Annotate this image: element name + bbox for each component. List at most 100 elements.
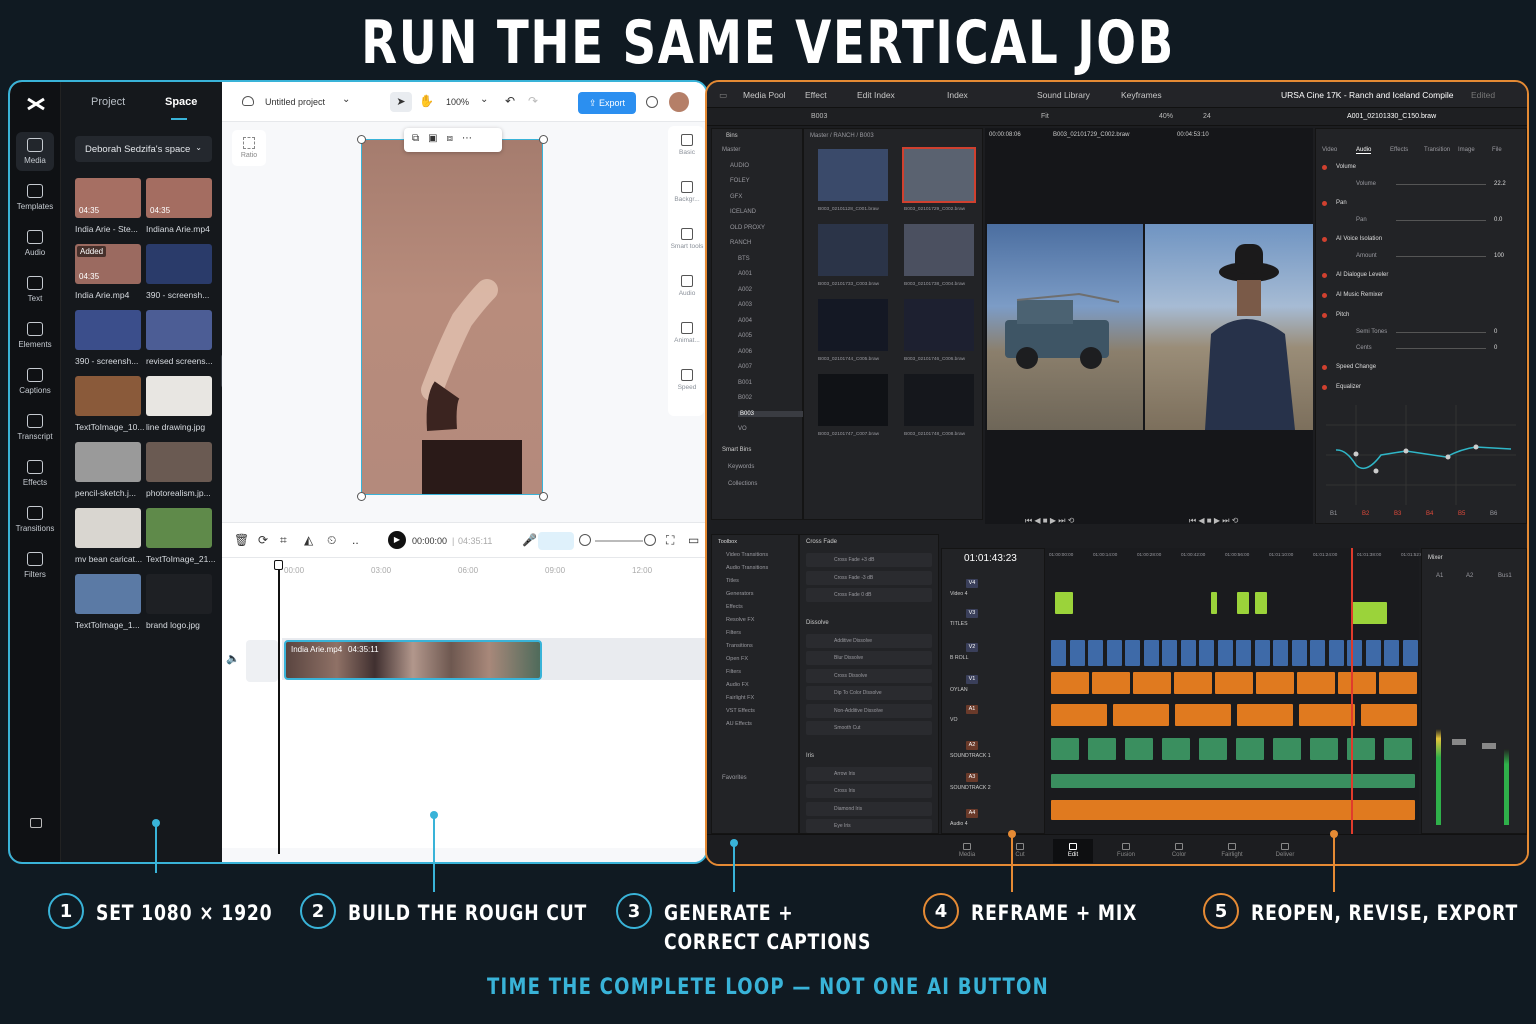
inspector-tab-video[interactable]: Video [1322, 147, 1337, 153]
fader[interactable] [1482, 743, 1496, 749]
bin-item[interactable]: B003 [738, 410, 808, 417]
param-slider[interactable] [1396, 184, 1486, 185]
mirror-icon[interactable]: ◭ [304, 533, 313, 547]
sidebar-item-filters[interactable]: Filters [10, 552, 60, 579]
toolbox-item[interactable]: VST Effects [726, 708, 755, 714]
avatar[interactable] [669, 92, 689, 112]
toolbox-item[interactable]: Open FX [726, 656, 748, 662]
bin-item[interactable]: RANCH [730, 240, 751, 246]
page-cut[interactable]: Cut [1000, 839, 1040, 858]
zoom-slider[interactable] [595, 540, 643, 542]
vo-audio-clip[interactable] [1237, 704, 1293, 726]
project-name[interactable]: Untitled project [265, 97, 325, 107]
inspector-tab-file[interactable]: File [1492, 147, 1502, 153]
effect-item[interactable] [806, 721, 932, 735]
vo-audio-clip[interactable] [1113, 704, 1169, 726]
toolbox-item[interactable]: Titles [726, 578, 739, 584]
media-thumbnail[interactable] [75, 574, 141, 614]
video-clip[interactable] [1379, 672, 1417, 694]
broll-clip[interactable] [1180, 640, 1196, 666]
microphone-icon[interactable]: 🎤 [522, 533, 537, 547]
sidebar-item-elements[interactable]: Elements [10, 322, 60, 349]
bin-item[interactable]: A007 [738, 364, 752, 370]
broll-clip[interactable] [1402, 640, 1418, 666]
title-clip[interactable] [1255, 592, 1267, 614]
bin-item[interactable]: A004 [738, 318, 752, 324]
broll-clip[interactable] [1162, 640, 1177, 666]
broll-clip[interactable] [1069, 640, 1085, 666]
clip-thumbnail[interactable] [904, 374, 974, 426]
toolbox-item[interactable]: Filters [726, 669, 741, 675]
video-clip[interactable] [1338, 672, 1376, 694]
fit-icon[interactable]: ⛶ [666, 533, 674, 548]
vo-audio-clip[interactable] [1299, 704, 1355, 726]
param-slider[interactable] [1396, 332, 1486, 333]
keyboard-icon[interactable] [30, 818, 42, 828]
video-clip[interactable] [1215, 672, 1253, 694]
toolbox-item[interactable]: Effects [726, 604, 743, 610]
bin-item[interactable]: A002 [738, 287, 752, 293]
topbar-media-pool[interactable]: Media Pool [743, 90, 786, 100]
toolbox-item[interactable]: Transitions [726, 643, 753, 649]
comment-icon[interactable]: ▭ [688, 533, 699, 547]
timer-icon[interactable]: ⏲ [327, 533, 336, 548]
topbar-edit-index[interactable]: Edit Index [857, 90, 895, 100]
soundtrack1-clip[interactable] [1310, 738, 1338, 760]
video-clip[interactable] [1256, 672, 1294, 694]
topbar-index[interactable]: Index [947, 90, 968, 100]
soundtrack1-clip[interactable] [1088, 738, 1116, 760]
media-thumbnail[interactable] [75, 508, 141, 548]
more-icon[interactable]: .. [352, 533, 359, 547]
ratio-button[interactable]: Ratio [232, 130, 266, 166]
delete-icon[interactable]: 🗑 [234, 533, 249, 547]
video-clip[interactable] [1297, 672, 1335, 694]
effect-item[interactable] [806, 784, 932, 798]
media-thumbnail[interactable] [146, 442, 212, 482]
pointer-tool-icon[interactable]: ➤ [390, 92, 412, 112]
topbar-keyframes[interactable]: Keyframes [1121, 90, 1162, 100]
undo-icon[interactable]: ↶ [505, 94, 515, 108]
enable-toggle[interactable] [1322, 273, 1327, 278]
broll-clip[interactable] [1254, 640, 1270, 666]
vo-audio-clip[interactable] [1175, 704, 1231, 726]
sidebar-item-media[interactable]: Media [16, 132, 54, 171]
soundtrack1-clip[interactable] [1162, 738, 1190, 760]
soundtrack2-clip[interactable] [1051, 774, 1415, 788]
eq-band[interactable]: B5 [1458, 511, 1465, 517]
space-selector[interactable]: Deborah Sedzifa's space ⌄ [75, 136, 212, 162]
sidebar-item-transcript[interactable]: Transcript [10, 414, 60, 441]
fit-select[interactable]: Fit [1041, 113, 1049, 120]
zoom-in-icon[interactable] [644, 534, 656, 546]
resize-handle[interactable] [539, 492, 548, 501]
inspector-tab-audio[interactable]: Audio [1356, 147, 1372, 154]
track-edit-button[interactable] [246, 640, 278, 682]
vo-audio-clip[interactable] [1051, 704, 1107, 726]
equalizer-graph[interactable] [1326, 405, 1516, 505]
tool-backgr[interactable]: Backgr... [670, 181, 704, 203]
favorites[interactable]: Favorites [722, 775, 747, 781]
toolbox-item[interactable]: Resolve FX [726, 617, 754, 623]
sidebar-item-captions[interactable]: Captions [10, 368, 60, 395]
smart-bin-item[interactable]: Keywords [728, 464, 754, 470]
sidebar-item-effects[interactable]: Effects [10, 460, 60, 487]
bin-item[interactable]: ICELAND [730, 209, 756, 215]
tool-audio[interactable]: Audio [670, 275, 704, 297]
tab-space[interactable]: Space [165, 96, 197, 108]
smart-bin-item[interactable]: Smart Bins [722, 447, 751, 453]
soundtrack1-clip[interactable] [1273, 738, 1301, 760]
media-thumbnail[interactable]: 04:35 [146, 178, 212, 218]
soundtrack1-clip[interactable] [1384, 738, 1412, 760]
toolbox-item[interactable]: Filters [726, 630, 741, 636]
param-slider[interactable] [1396, 256, 1486, 257]
canvas-floating-toolbar[interactable]: ⧉▣⧈⋯ [404, 128, 502, 152]
eq-band[interactable]: B4 [1426, 511, 1433, 517]
bin-item[interactable]: Master [722, 147, 740, 153]
media-thumbnail[interactable] [146, 310, 212, 350]
eq-band[interactable]: B2 [1362, 511, 1369, 517]
sidebar-item-transitions[interactable]: Transitions [10, 506, 60, 533]
broll-clip[interactable] [1125, 640, 1140, 666]
media-thumbnail[interactable] [146, 508, 212, 548]
broll-clip[interactable] [1273, 640, 1288, 666]
zoom-out-icon[interactable] [579, 534, 591, 546]
resize-handle[interactable] [357, 492, 366, 501]
